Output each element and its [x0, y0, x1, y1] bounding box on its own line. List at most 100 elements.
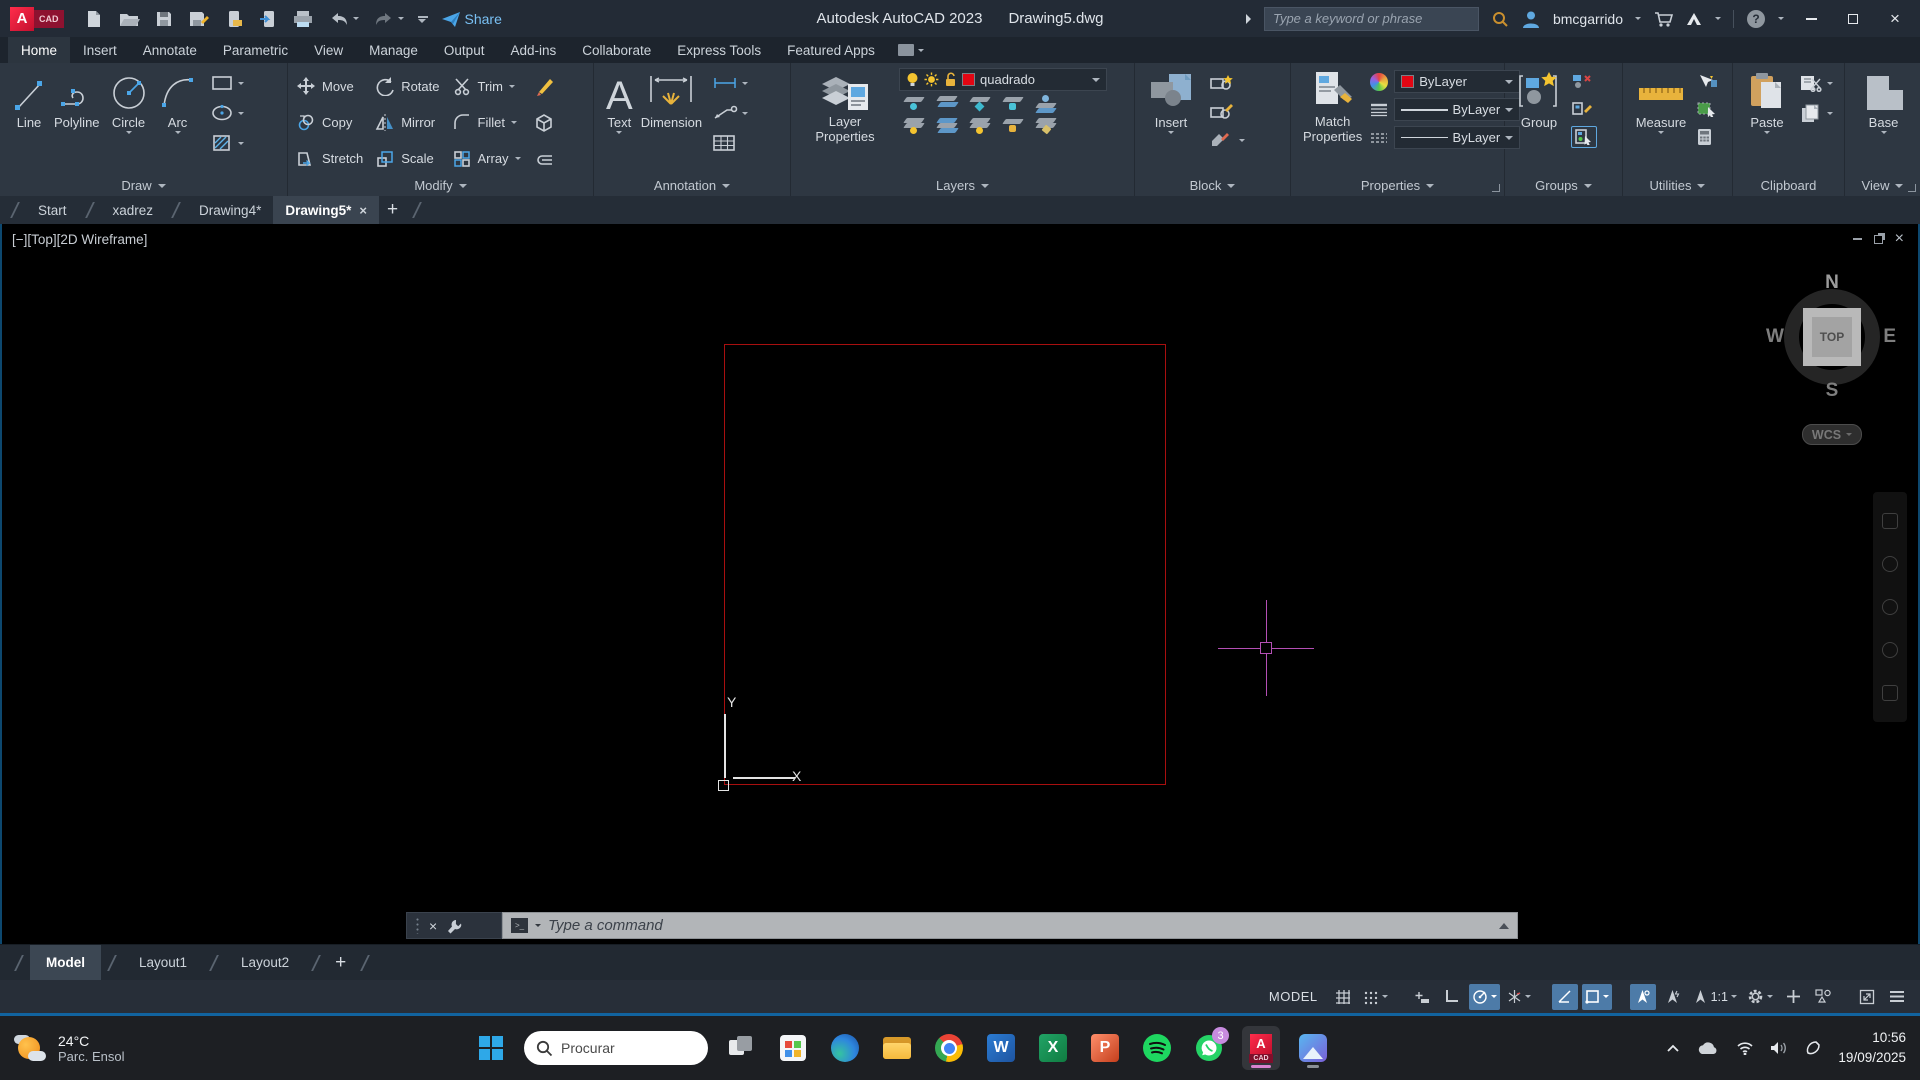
- chrome-browser-button[interactable]: [930, 1026, 968, 1070]
- base-flyout-caret[interactable]: [1881, 131, 1887, 134]
- ribbon-tab-addins[interactable]: Add-ins: [497, 37, 569, 63]
- ungroup-button[interactable]: [1571, 70, 1597, 92]
- viewport-close-icon[interactable]: ×: [1895, 230, 1904, 248]
- explode-tool-button[interactable]: [533, 111, 555, 133]
- ribbon-tab-collaborate[interactable]: Collaborate: [569, 37, 664, 63]
- groups-panel-title[interactable]: Groups: [1505, 175, 1622, 196]
- wifi-icon[interactable]: [1736, 1041, 1754, 1055]
- linetype-combo[interactable]: ByLayer: [1394, 126, 1520, 149]
- help-icon[interactable]: ?: [1746, 9, 1766, 29]
- undo-button[interactable]: [328, 10, 359, 28]
- lineweight-combo[interactable]: ByLayer: [1394, 98, 1520, 121]
- layer-off-button[interactable]: [901, 95, 925, 113]
- taskbar-clock[interactable]: 10:56 19/09/2025: [1838, 1028, 1906, 1069]
- drawing-canvas[interactable]: [−][Top][2D Wireframe] × Y X N S W E TOP…: [0, 224, 1920, 944]
- table-button[interactable]: [712, 132, 748, 154]
- circle-tool-button[interactable]: Circle: [104, 68, 154, 175]
- edge-browser-button[interactable]: [826, 1026, 864, 1070]
- ribbon-tab-express-tools[interactable]: Express Tools: [664, 37, 774, 63]
- cut-button[interactable]: [1799, 72, 1833, 94]
- isometric-drafting-toggle[interactable]: [1504, 984, 1534, 1010]
- start-button[interactable]: [472, 1026, 510, 1070]
- viewcube[interactable]: N S W E TOP WCS: [1772, 276, 1892, 456]
- polar-tracking-toggle[interactable]: [1469, 984, 1500, 1010]
- array-flyout-caret[interactable]: [515, 157, 521, 160]
- plot-button[interactable]: [292, 9, 314, 29]
- group-selection-toggle[interactable]: [1571, 126, 1597, 148]
- volume-icon[interactable]: [1770, 1041, 1788, 1055]
- command-prompt-icon[interactable]: >_: [511, 918, 528, 933]
- layout-tab-layout1[interactable]: Layout1: [123, 945, 203, 980]
- layer-sun-icon[interactable]: [924, 72, 939, 87]
- offset-tool-button[interactable]: [533, 148, 555, 170]
- layer-unlock-icon[interactable]: [944, 72, 957, 87]
- layer-on-bulb-icon[interactable]: [906, 72, 919, 87]
- layer-make-current-button[interactable]: [1033, 95, 1057, 113]
- open-from-web-mobile-button[interactable]: [224, 9, 244, 29]
- spotify-button[interactable]: [1138, 1026, 1176, 1070]
- layer-isolate-button[interactable]: [934, 95, 958, 113]
- whatsapp-button[interactable]: 3: [1190, 1026, 1228, 1070]
- workspace-switching-button[interactable]: [1744, 984, 1776, 1010]
- window-close-button[interactable]: ×: [1880, 6, 1910, 32]
- snap-mode-toggle[interactable]: [1360, 984, 1391, 1010]
- layer-unlock-all-button[interactable]: [1000, 117, 1024, 135]
- scale-tool-button[interactable]: Scale: [375, 149, 439, 169]
- trim-tool-button[interactable]: Trim: [452, 76, 521, 96]
- onedrive-cloud-icon[interactable]: [1696, 1040, 1720, 1056]
- customization-button[interactable]: [1884, 984, 1910, 1010]
- cart-icon[interactable]: [1653, 10, 1673, 28]
- ribbon-tab-home[interactable]: Home: [8, 37, 70, 63]
- taskbar-search-input[interactable]: [561, 1040, 681, 1056]
- user-avatar-icon[interactable]: [1521, 9, 1541, 29]
- excel-button[interactable]: X: [1034, 1026, 1072, 1070]
- command-recent-caret[interactable]: [535, 924, 541, 927]
- linetype-icon[interactable]: [1370, 131, 1388, 145]
- layer-thaw-button[interactable]: [967, 117, 991, 135]
- annotation-visibility-toggle[interactable]: [1630, 984, 1656, 1010]
- search-icon[interactable]: [1491, 10, 1509, 28]
- stretch-tool-button[interactable]: Stretch: [296, 149, 363, 169]
- osnap-caret-icon[interactable]: [1603, 995, 1609, 998]
- command-input-bar[interactable]: >_: [502, 912, 1518, 939]
- viewport-minimize-icon[interactable]: [1853, 238, 1862, 240]
- arc-tool-button[interactable]: Arc: [154, 68, 202, 175]
- command-history-up-icon[interactable]: [1499, 923, 1509, 929]
- annotation-scale-indicator[interactable]: 1:1: [1690, 984, 1740, 1010]
- viewcube-west[interactable]: W: [1766, 326, 1784, 348]
- model-space-label[interactable]: MODEL: [1269, 989, 1318, 1004]
- layer-combo-caret[interactable]: [1092, 78, 1100, 82]
- file-tab-close-icon[interactable]: ×: [359, 203, 367, 218]
- object-snap-toggle[interactable]: [1582, 984, 1612, 1010]
- base-view-button[interactable]: Base: [1857, 68, 1911, 175]
- viewcube-south[interactable]: S: [1772, 380, 1892, 402]
- ribbon-display-options-button[interactable]: [888, 37, 934, 63]
- isoplane-caret-icon[interactable]: [1525, 995, 1531, 998]
- photos-app-button[interactable]: [1294, 1026, 1332, 1070]
- object-color-combo[interactable]: ByLayer: [1394, 70, 1520, 93]
- create-block-button[interactable]: [1209, 71, 1245, 93]
- file-tab-xadrez[interactable]: xadrez: [101, 196, 166, 224]
- modify-panel-title[interactable]: Modify: [288, 175, 593, 196]
- help-search-input[interactable]: [1264, 7, 1479, 31]
- lineweight-icon[interactable]: [1370, 103, 1388, 117]
- layer-select-combo[interactable]: quadrado: [899, 68, 1107, 91]
- taskbar-weather-widget[interactable]: 24°C Parc. Ensol: [0, 1033, 124, 1064]
- hatch-tool-button[interactable]: [210, 132, 244, 154]
- paste-flyout-caret[interactable]: [1764, 131, 1770, 134]
- file-tab-drawing5[interactable]: Drawing5* ×: [273, 196, 379, 224]
- taskbar-search-box[interactable]: [524, 1031, 708, 1065]
- viewcube-top-face[interactable]: TOP: [1803, 308, 1861, 366]
- undo-dropdown-caret[interactable]: [353, 17, 359, 20]
- ribbon-tab-featured-apps[interactable]: Featured Apps: [774, 37, 888, 63]
- group-button[interactable]: Group: [1513, 68, 1565, 175]
- properties-panel-title[interactable]: Properties: [1291, 175, 1504, 196]
- viewport-controls-label[interactable]: [−][Top][2D Wireframe]: [12, 232, 147, 247]
- layout-tab-model[interactable]: Model: [30, 945, 101, 980]
- write-block-button[interactable]: [1209, 100, 1245, 122]
- layer-match-button[interactable]: [1033, 117, 1057, 135]
- layer-properties-button[interactable]: Layer Properties: [799, 68, 891, 175]
- full-navigation-wheel-icon[interactable]: [1882, 513, 1898, 529]
- fillet-tool-button[interactable]: Fillet: [452, 112, 521, 132]
- paste-button[interactable]: Paste: [1741, 68, 1793, 175]
